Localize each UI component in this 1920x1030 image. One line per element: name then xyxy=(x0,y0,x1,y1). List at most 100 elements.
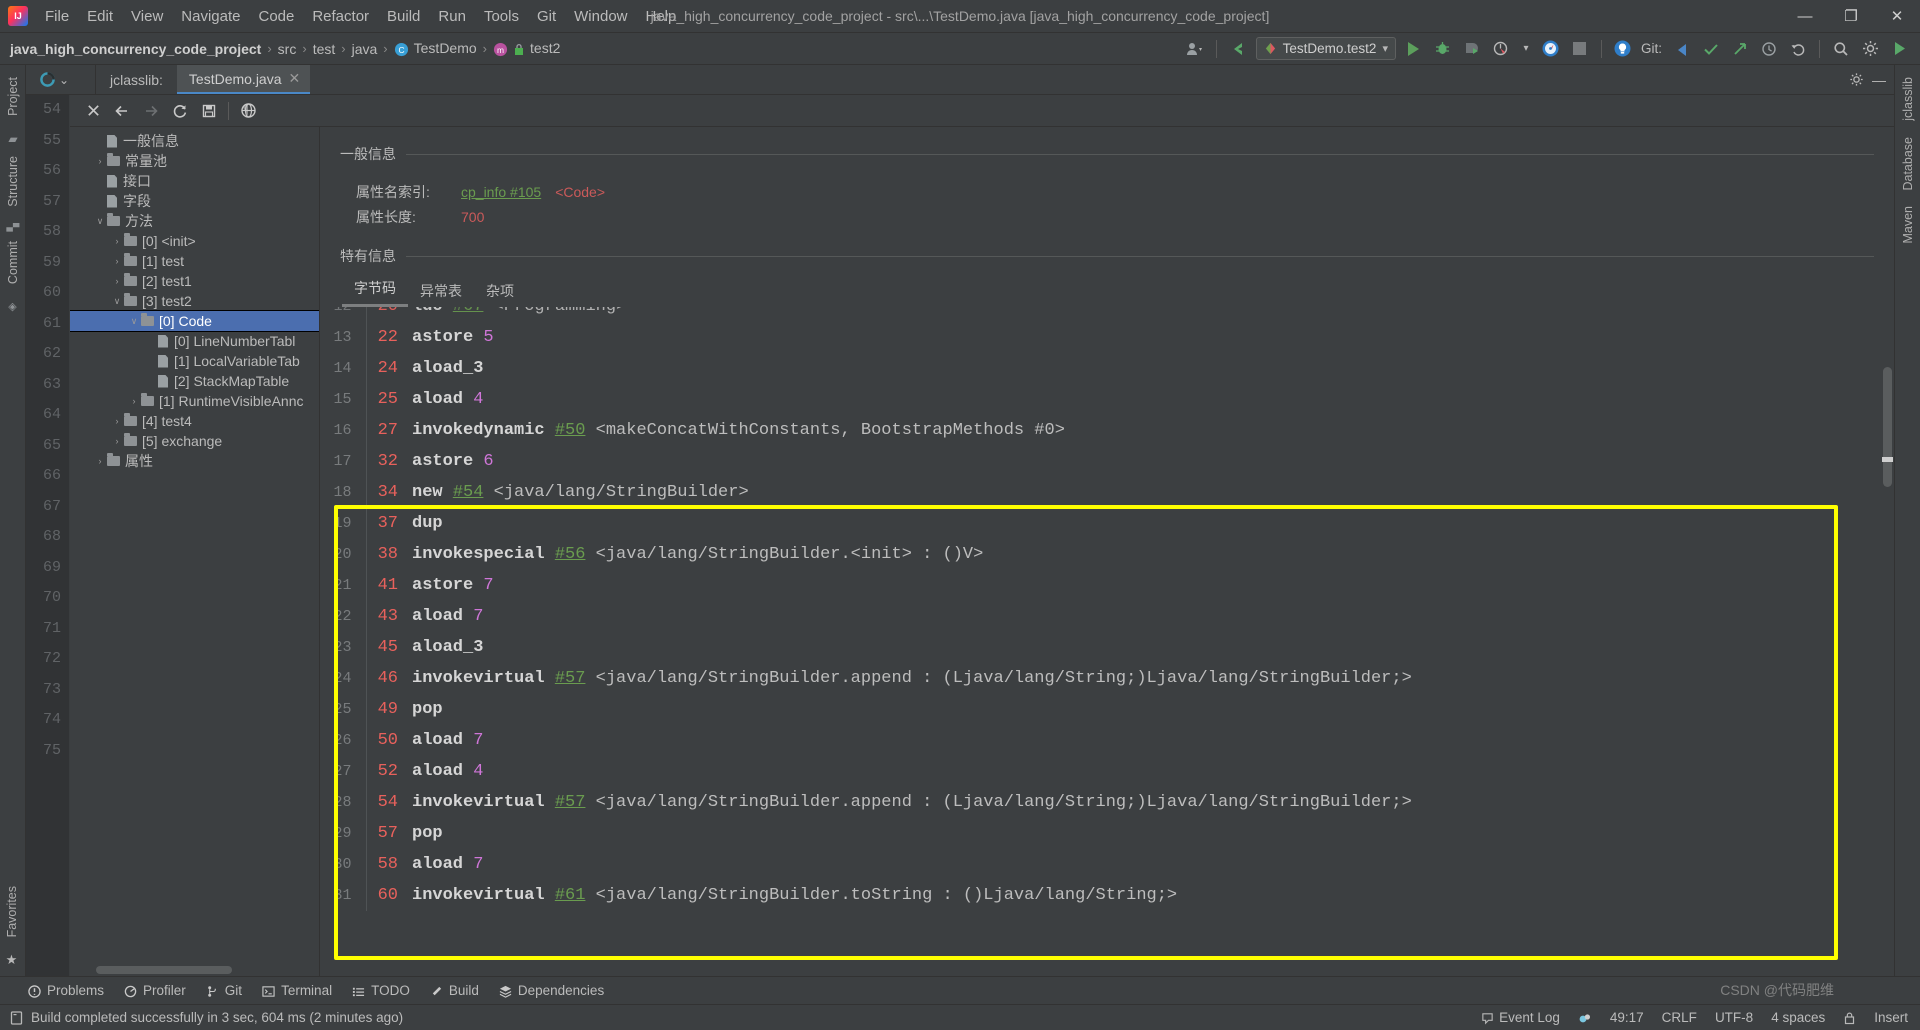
bytecode-row[interactable]: 23 45 aload_3 xyxy=(320,632,1894,663)
tree-node[interactable]: › [0] <init> xyxy=(70,231,319,251)
sidebar-item-maven[interactable]: Maven xyxy=(1898,198,1918,252)
menu-git[interactable]: Git xyxy=(528,4,565,29)
bytecode-row[interactable]: 24 46 invokevirtual #57 <java/lang/StringB… xyxy=(320,663,1894,694)
sidebar-item-database[interactable]: Database xyxy=(1898,129,1918,199)
tab-exception-table[interactable]: 异常表 xyxy=(408,277,474,307)
profile-dropdown-icon[interactable]: ▾ xyxy=(1519,38,1533,60)
constant-pool-ref-link[interactable]: #57 xyxy=(555,669,586,688)
bytecode-row[interactable]: 16 27 invokedynamic #50 <makeConcatWithCon… xyxy=(320,415,1894,446)
menu-window[interactable]: Window xyxy=(565,4,636,29)
bottom-item-todo[interactable]: TODO xyxy=(352,983,410,998)
breadcrumb-src[interactable]: src xyxy=(274,39,301,59)
bottom-item-git[interactable]: Git xyxy=(206,983,242,998)
sidebar-item-favorites[interactable]: Favorites xyxy=(2,878,22,945)
tree-node[interactable]: 字段 xyxy=(70,191,319,211)
menu-refactor[interactable]: Refactor xyxy=(303,4,378,29)
gear-icon[interactable] xyxy=(1849,71,1864,89)
close-icon[interactable] xyxy=(80,98,106,124)
sidebar-item-jclasslib[interactable]: jclasslib xyxy=(1898,69,1918,129)
constant-pool-ref-link[interactable]: #67 xyxy=(453,307,484,316)
tree-node[interactable]: ∨ [0] Code xyxy=(70,310,319,332)
menu-run[interactable]: Run xyxy=(429,4,475,29)
bytecode-row[interactable]: 29 57 pop xyxy=(320,818,1894,849)
run-anything-icon[interactable] xyxy=(1888,38,1910,60)
browse-web-icon[interactable] xyxy=(235,98,261,124)
lock-icon[interactable] xyxy=(1843,1010,1856,1025)
tree-node[interactable]: [1] LocalVariableTab xyxy=(70,351,319,371)
class-structure-tree[interactable]: 一般信息 › 常量池 接口 字段 ∨ 方法 › [0] <init> › [1] test › [2] … xyxy=(70,127,320,976)
git-history-icon[interactable] xyxy=(1758,38,1780,60)
bytecode-row[interactable]: 15 25 aload 4 xyxy=(320,384,1894,415)
chevron-right-icon[interactable]: › xyxy=(110,256,124,266)
bytecode-row[interactable]: 22 43 aload 7 xyxy=(320,601,1894,632)
ide-eye-icon[interactable] xyxy=(1540,38,1562,60)
bytecode-row[interactable]: 19 37 dup xyxy=(320,508,1894,539)
menu-navigate[interactable]: Navigate xyxy=(172,4,249,29)
undo-icon[interactable] xyxy=(1787,38,1809,60)
chevron-right-icon[interactable]: › xyxy=(110,436,124,446)
chevron-right-icon[interactable]: › xyxy=(93,156,107,166)
bytecode-row[interactable]: 1220ldc #67 <Programming> xyxy=(320,307,1894,322)
menu-file[interactable]: File xyxy=(36,4,78,29)
bytecode-row[interactable]: 25 49 pop xyxy=(320,694,1894,725)
search-icon[interactable] xyxy=(1830,38,1852,60)
minimize-icon[interactable]: — xyxy=(1872,72,1886,88)
tree-node[interactable]: › [1] RuntimeVisibleAnnc xyxy=(70,391,319,411)
reload-icon[interactable] xyxy=(167,98,193,124)
menu-code[interactable]: Code xyxy=(249,4,303,29)
chevron-down-icon[interactable]: ∨ xyxy=(127,316,141,327)
indent-setting[interactable]: 4 spaces xyxy=(1771,1010,1825,1025)
minimize-button[interactable]: — xyxy=(1782,0,1828,32)
stop-icon[interactable] xyxy=(1569,38,1591,60)
sidebar-item-structure[interactable]: Structure xyxy=(3,148,23,215)
tree-node[interactable]: [2] StackMapTable xyxy=(70,371,319,391)
menu-view[interactable]: View xyxy=(122,4,172,29)
chevron-right-icon[interactable]: › xyxy=(110,236,124,246)
tree-node[interactable]: › [4] test4 xyxy=(70,411,319,431)
breadcrumb-java[interactable]: java xyxy=(348,39,382,59)
maximize-button[interactable]: ❐ xyxy=(1828,0,1874,32)
tab-testdemo-java[interactable]: TestDemo.java ✕ xyxy=(176,65,311,94)
sidebar-item-commit[interactable]: Commit xyxy=(3,233,23,292)
profiler-user-icon[interactable] xyxy=(1184,38,1206,60)
menu-build[interactable]: Build xyxy=(378,4,429,29)
constant-pool-ref-link[interactable]: #61 xyxy=(555,886,586,905)
tree-node[interactable]: ∨ [3] test2 xyxy=(70,291,319,311)
tree-node[interactable]: 一般信息 xyxy=(70,131,319,151)
git-commit-icon[interactable] xyxy=(1700,38,1722,60)
tree-node[interactable]: › [2] test1 xyxy=(70,271,319,291)
sidebar-item-project[interactable]: Project xyxy=(3,69,23,124)
chevron-right-icon[interactable]: › xyxy=(93,456,107,466)
bytecode-row[interactable]: 31 60 invokevirtual #61 <java/lang/StringB… xyxy=(320,880,1894,911)
tree-node[interactable]: ∨ 方法 xyxy=(70,211,319,231)
save-icon[interactable] xyxy=(196,98,222,124)
menu-edit[interactable]: Edit xyxy=(78,4,122,29)
tree-node[interactable]: › 常量池 xyxy=(70,151,319,171)
close-button[interactable]: ✕ xyxy=(1874,0,1920,32)
file-encoding[interactable]: UTF-8 xyxy=(1715,1010,1753,1025)
tree-node[interactable]: [0] LineNumberTabl xyxy=(70,331,319,351)
git-update-icon[interactable] xyxy=(1671,38,1693,60)
bottom-item-terminal[interactable]: Terminal xyxy=(262,983,332,998)
back-arrow-icon[interactable] xyxy=(1227,38,1249,60)
git-push-icon[interactable] xyxy=(1729,38,1751,60)
debug-icon[interactable] xyxy=(1432,38,1454,60)
breadcrumb-method[interactable]: m test2 xyxy=(489,38,564,59)
bottom-item-dependencies[interactable]: Dependencies xyxy=(499,983,604,998)
bytecode-viewer[interactable]: 1220ldc #67 <Programming>1322astore 5142… xyxy=(320,307,1894,976)
menu-help[interactable]: Help xyxy=(637,4,686,29)
bottom-item-build[interactable]: Build xyxy=(430,983,479,998)
chevron-right-icon[interactable]: › xyxy=(110,276,124,286)
tree-horizontal-scrollbar[interactable] xyxy=(96,966,315,974)
bytecode-row[interactable]: 20 38 invokespecial #56 <java/lang/StringB… xyxy=(320,539,1894,570)
bytecode-row[interactable]: 28 54 invokevirtual #57 <java/lang/StringB… xyxy=(320,787,1894,818)
profile-icon[interactable] xyxy=(1490,38,1512,60)
bytecode-row[interactable]: 30 58 aload 7 xyxy=(320,849,1894,880)
tab-misc[interactable]: 杂项 xyxy=(474,277,526,307)
chevron-down-icon[interactable]: ∨ xyxy=(110,296,124,307)
tree-node[interactable]: 接口 xyxy=(70,171,319,191)
run-configuration-selector[interactable]: TestDemo.test2 ▾ xyxy=(1255,37,1396,60)
bytecode-row[interactable]: 13 22 astore 5 xyxy=(320,322,1894,353)
run-with-coverage-icon[interactable] xyxy=(1461,38,1483,60)
constant-pool-ref-link[interactable]: #56 xyxy=(555,545,586,564)
